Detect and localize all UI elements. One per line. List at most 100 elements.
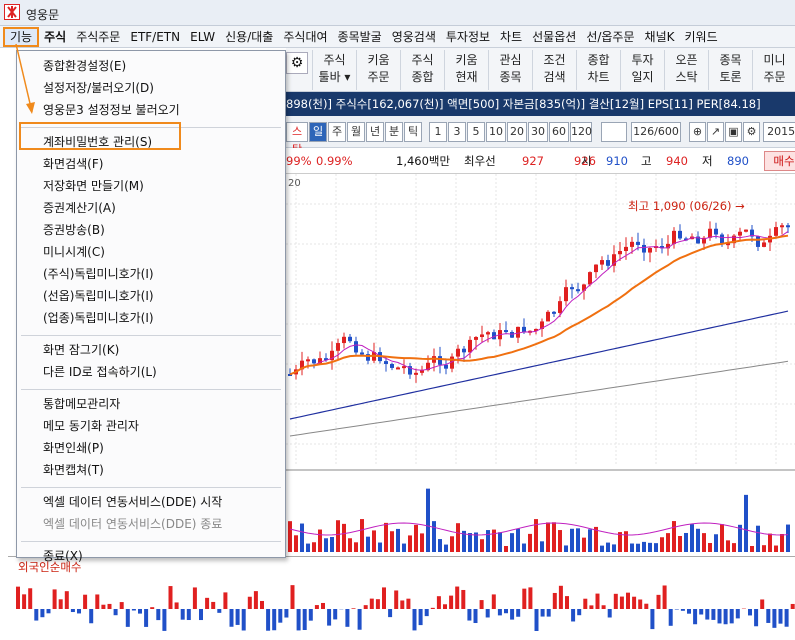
volume-bar	[780, 534, 784, 552]
dropdown-item-7[interactable]: 증권방송(B)	[43, 221, 105, 238]
dropdown-item-2[interactable]: 영웅문3 설정정보 불러오기	[43, 101, 180, 118]
dropdown-item-5[interactable]: 저장화면 만들기(M)	[43, 177, 144, 194]
period-button-1[interactable]: 주	[328, 122, 346, 142]
dropdown-item-14[interactable]: 통합메모관리자	[43, 395, 120, 412]
dropdown-item-18[interactable]: 엑셀 데이터 연동서비스(DDE) 시작	[43, 493, 222, 510]
interval-button-5[interactable]: 30	[528, 122, 548, 142]
price-chart[interactable]: 20최고 1,090 (06/26) →	[286, 174, 795, 555]
menu-separator	[21, 487, 281, 488]
dropdown-item-19[interactable]: 엑셀 데이터 연동서비스(DDE) 종료	[43, 515, 222, 532]
date-field[interactable]: 2015/	[763, 122, 795, 142]
toolbar-button-6[interactable]: 종합차트	[576, 50, 620, 90]
stock-info-bar: 898(천)] 주식수[162,067(천)] 액면[500] 자본금[835(…	[286, 92, 795, 116]
period-button-3[interactable]: 년	[366, 122, 384, 142]
volume-bar	[546, 522, 550, 552]
menu-item-7[interactable]: 종목발굴	[333, 27, 387, 47]
net-buy-bar	[132, 609, 136, 611]
dropdown-item-4[interactable]: 화면검색(F)	[43, 155, 103, 172]
volume-bar	[378, 543, 382, 552]
toolbar-button-4[interactable]: 관심종목	[488, 50, 532, 90]
toolbar-button-8[interactable]: 오픈스탁	[664, 50, 708, 90]
menu-item-5[interactable]: 신용/대출	[220, 27, 278, 47]
ma5-line	[290, 231, 788, 374]
menu-item-8[interactable]: 영웅검색	[387, 27, 441, 47]
toolbar-button-2[interactable]: 주식종합	[400, 50, 444, 90]
dropdown-item-13[interactable]: 다른 ID로 접속하기(L)	[43, 363, 157, 380]
dropdown-item-20[interactable]: 종료(X)	[43, 547, 83, 564]
dropdown-item-9[interactable]: (주식)독립미니호가(I)	[43, 265, 154, 282]
dropdown-item-11[interactable]: (업종)독립미니호가(I)	[43, 309, 154, 326]
dropdown-item-10[interactable]: (선옵)독립미니호가(I)	[43, 287, 154, 304]
dropdown-item-15[interactable]: 메모 동기화 관리자	[43, 417, 139, 434]
net-buy-bar	[504, 609, 508, 613]
period-button-0[interactable]: 일	[309, 122, 327, 142]
net-buy-bar	[242, 609, 246, 630]
bar-count-field[interactable]: 126/600	[631, 122, 681, 142]
candle-body	[306, 359, 310, 361]
save-icon[interactable]: ▣	[725, 122, 742, 142]
dropdown-item-12[interactable]: 화면 잠그기(K)	[43, 341, 119, 358]
dropdown-item-1[interactable]: 설정저장/불러오기(D)	[43, 79, 154, 96]
volume-bar	[576, 528, 580, 552]
interval-button-0[interactable]: 1	[429, 122, 447, 142]
menu-item-0[interactable]: 기능	[3, 27, 39, 47]
interval-button-1[interactable]: 3	[448, 122, 466, 142]
toolbar-button-0[interactable]: 주식툴바 ▾	[312, 50, 356, 90]
toolbar-button-5[interactable]: 조건검색	[532, 50, 576, 90]
volume-bar	[606, 543, 610, 552]
candle-body	[480, 334, 484, 337]
candle-body	[468, 340, 472, 352]
menu-item-9[interactable]: 투자정보	[441, 27, 495, 47]
dropdown-item-8[interactable]: 미니시계(C)	[43, 243, 105, 260]
toolbar-button-10[interactable]: 미니주문	[752, 50, 795, 90]
menu-item-2[interactable]: 주식주문	[71, 27, 125, 47]
interval-button-7[interactable]: 120	[570, 122, 592, 142]
dropdown-item-17[interactable]: 화면캡쳐(T)	[43, 461, 104, 478]
toolbar-button-3[interactable]: 키움현재	[444, 50, 488, 90]
period-button-5[interactable]: 틱	[404, 122, 422, 142]
toolbar-button-7[interactable]: 투자일지	[620, 50, 664, 90]
period-button-2[interactable]: 월	[347, 122, 365, 142]
net-buy-bar	[589, 605, 593, 609]
stock-tag[interactable]: 스탁	[286, 122, 308, 142]
net-buy-bar	[309, 609, 313, 621]
interval-button-6[interactable]: 60	[549, 122, 569, 142]
zoom-icon[interactable]: ⊕	[689, 122, 706, 142]
net-buy-bar	[138, 609, 142, 614]
candle-body	[756, 237, 760, 247]
interval-button-4[interactable]: 20	[507, 122, 527, 142]
menu-item-3[interactable]: ETF/ETN	[125, 27, 185, 47]
volume-bar	[552, 522, 556, 552]
dropdown-item-16[interactable]: 화면인쇄(P)	[43, 439, 104, 456]
low-label: 저	[702, 148, 713, 174]
net-buy-bar	[608, 609, 612, 617]
net-buy-bar	[419, 609, 423, 625]
menu-item-14[interactable]: 키워드	[679, 27, 722, 47]
net-buy-bar	[144, 609, 148, 627]
period-button-4[interactable]: 분	[385, 122, 403, 142]
draw-icon[interactable]: ↗	[707, 122, 724, 142]
buy-button[interactable]: 매수	[764, 151, 795, 171]
interval-button-3[interactable]: 10	[486, 122, 506, 142]
candle-body	[624, 247, 628, 251]
toolbar-button-1[interactable]: 키움주문	[356, 50, 400, 90]
net-buy-bar	[376, 599, 380, 609]
menu-item-10[interactable]: 차트	[495, 27, 527, 47]
toolbar-button-9[interactable]: 종목토론	[708, 50, 752, 90]
menu-item-12[interactable]: 선/옵주문	[581, 27, 639, 47]
menu-item-11[interactable]: 선물옵션	[527, 27, 581, 47]
interval-dropdown[interactable]	[601, 122, 627, 142]
dropdown-item-0[interactable]: 종합환경설정(E)	[43, 57, 126, 74]
toolbar-settings-gear-icon[interactable]: ⚙	[286, 52, 308, 74]
net-buy-bar	[71, 609, 75, 612]
high-price: 940	[666, 148, 688, 174]
menu-item-6[interactable]: 주식대여	[278, 27, 332, 47]
dropdown-item-6[interactable]: 증권계산기(A)	[43, 199, 116, 216]
menu-item-4[interactable]: ELW	[185, 27, 220, 47]
menu-item-1[interactable]: 주식	[39, 27, 71, 47]
interval-button-2[interactable]: 5	[467, 122, 485, 142]
net-buy-bar	[120, 602, 124, 609]
settings-gear-icon[interactable]: ⚙	[743, 122, 760, 142]
window-title: 영웅문	[26, 6, 59, 23]
menu-item-13[interactable]: 채널K	[640, 27, 680, 47]
